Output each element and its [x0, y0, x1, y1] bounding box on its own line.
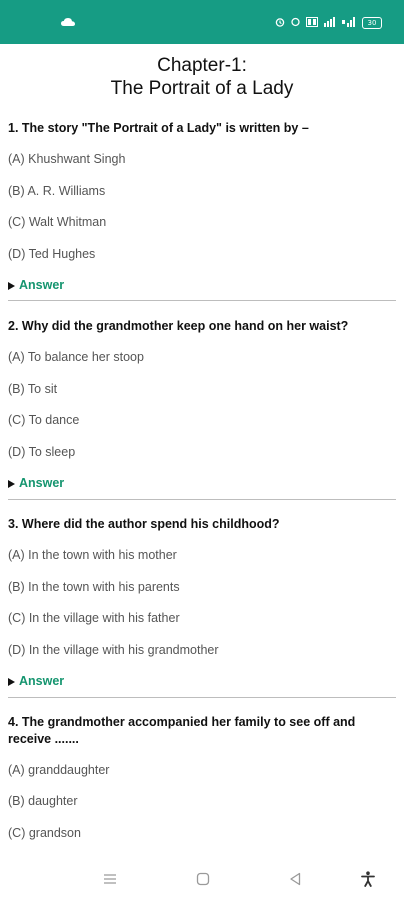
- chapter-title-line2: The Portrait of a Lady: [110, 78, 294, 99]
- cloud-icon: [60, 15, 76, 29]
- option-d[interactable]: (D) Ted Hughes: [8, 246, 95, 263]
- divider: [8, 300, 396, 301]
- option-b[interactable]: (B) daughter: [8, 793, 77, 810]
- volte-icon: [306, 16, 318, 30]
- alarm-icon: [275, 17, 285, 30]
- option-b[interactable]: (B) A. R. Williams: [8, 183, 105, 200]
- accessibility-icon[interactable]: [359, 870, 377, 888]
- answer-toggle[interactable]: Answer: [8, 673, 64, 690]
- signal-4g-icon: [324, 16, 336, 30]
- option-c[interactable]: (C) grandson: [8, 825, 81, 842]
- data-icon: [291, 17, 300, 30]
- option-a[interactable]: (A) Khushwant Singh: [8, 151, 125, 168]
- option-a[interactable]: (A) In the town with his mother: [8, 547, 177, 564]
- back-icon[interactable]: [286, 870, 304, 888]
- divider: [8, 499, 396, 500]
- option-c[interactable]: (C) To dance: [8, 412, 79, 429]
- question-text: 3. Where did the author spend his childh…: [8, 517, 280, 531]
- answer-label: Answer: [19, 476, 65, 490]
- divider: [8, 697, 396, 698]
- answer-label: Answer: [19, 674, 65, 688]
- question-text-line2: receive .......: [8, 732, 79, 746]
- question-text-line1: 4. The grandmother accompanied her famil…: [8, 715, 356, 729]
- home-icon[interactable]: [194, 870, 212, 888]
- answer-label: Answer: [19, 278, 65, 292]
- answer-toggle[interactable]: Answer: [8, 475, 64, 492]
- expand-triangle-icon: [8, 479, 15, 488]
- expand-triangle-icon: [8, 677, 15, 686]
- chapter-title-line1: Chapter-1:: [157, 55, 247, 76]
- chapter-content: Chapter-1: The Portrait of a Lady 1. The…: [0, 44, 404, 856]
- option-a[interactable]: (A) granddaughter: [8, 762, 109, 779]
- page-title: Chapter-1: The Portrait of a Lady: [0, 54, 404, 100]
- signal-icon: [342, 16, 356, 30]
- status-bar: 30: [0, 0, 404, 44]
- option-b[interactable]: (B) In the town with his parents: [8, 579, 180, 596]
- expand-triangle-icon: [8, 281, 15, 290]
- option-d[interactable]: (D) To sleep: [8, 444, 75, 461]
- menu-icon[interactable]: [101, 870, 119, 888]
- option-a[interactable]: (A) To balance her stoop: [8, 349, 144, 366]
- question-text: 1. The story "The Portrait of a Lady" is…: [8, 121, 309, 135]
- navigation-bar: [0, 856, 404, 900]
- option-c[interactable]: (C) Walt Whitman: [8, 214, 106, 231]
- question-text: 2. Why did the grandmother keep one hand…: [8, 319, 349, 333]
- option-d[interactable]: (D) In the village with his grandmother: [8, 642, 219, 659]
- option-c[interactable]: (C) In the village with his father: [8, 610, 180, 627]
- battery-icon: 30: [362, 17, 382, 29]
- answer-toggle[interactable]: Answer: [8, 277, 64, 294]
- option-b[interactable]: (B) To sit: [8, 381, 57, 398]
